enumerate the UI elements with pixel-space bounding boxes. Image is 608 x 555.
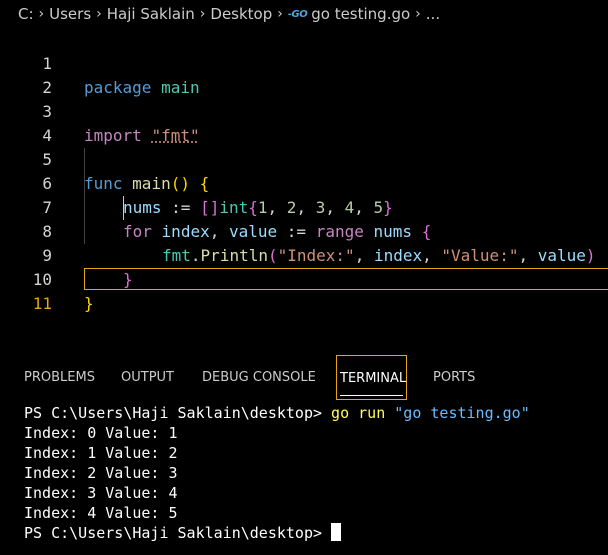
code-line: 9 } [0,220,608,289]
breadcrumb-item-file[interactable]: go testing.go [311,5,410,23]
chevron-right-icon: › [277,6,283,22]
code-line: 6 nums := []int{1, 2, 3, 4, 5} [0,148,608,217]
terminal-prompt: PS C:\Users\Haji Saklain\desktop> [24,524,323,542]
terminal-prompt-line: PS C:\Users\Haji Saklain\desktop> [24,523,608,543]
code-line: 4 [0,100,608,145]
terminal-output-line: Index: 2 Value: 3 [24,464,178,482]
line-number-active: 11 [32,294,52,313]
breadcrumb-item-users[interactable]: Users [49,5,91,23]
brace: } [84,294,94,313]
terminal-command-file: "go testing.go" [394,404,530,422]
go-file-icon: -GO [287,8,308,20]
chevron-right-icon: › [38,6,45,22]
code-line: 3 import "fmt" [0,76,608,145]
chevron-right-icon: › [96,6,102,22]
breadcrumb: C: › Users › Haji Saklain › Desktop › -G… [0,0,608,28]
terminal-output-line: Index: 4 Value: 5 [24,504,178,522]
code-line: 10 } [0,244,608,313]
tab-problems[interactable]: PROBLEMS [24,355,95,400]
panel-tab-bar: PROBLEMS OUTPUT DEBUG CONSOLE TERMINAL P… [0,355,608,400]
terminal-command-args: run [358,404,386,422]
terminal-command-line: PS C:\Users\Haji Saklain\desktop> go run… [24,403,608,423]
breadcrumb-item-desktop[interactable]: Desktop [210,5,272,23]
tab-debug-console[interactable]: DEBUG CONSOLE [202,355,316,400]
code-line: 8 fmt.Println("Index:", index, "Value:",… [0,196,608,265]
terminal-output-line: Index: 0 Value: 1 [24,424,178,442]
tab-terminal[interactable]: TERMINAL [336,355,407,400]
code-line: 2 [0,52,608,97]
terminal-prompt: PS C:\Users\Haji Saklain\desktop> [24,404,323,422]
breadcrumb-item-user[interactable]: Haji Saklain [107,5,195,23]
breadcrumb-item-drive[interactable]: C: [18,5,34,23]
breadcrumb-more[interactable]: ... [426,5,440,23]
chevron-right-icon: › [415,6,421,22]
code-editor[interactable]: 1 package main 2 3 import "fmt" 4 5 func… [0,28,608,353]
code-line: 7 for index, value := range nums { [0,172,608,241]
terminal-output-line: Index: 3 Value: 4 [24,484,178,502]
chevron-right-icon: › [199,6,206,22]
terminal-output-line: Index: 1 Value: 2 [24,444,178,462]
terminal-command: go [331,404,350,422]
current-line-highlight [84,268,608,290]
tab-ports[interactable]: PORTS [433,355,475,400]
tab-output[interactable]: OUTPUT [121,355,174,400]
terminal-output[interactable]: PS C:\Users\Haji Saklain\desktop> go run… [24,403,608,543]
code-line: 5 func main() { [0,124,608,193]
terminal-cursor[interactable] [331,523,342,541]
code-line: 1 package main [0,28,608,97]
